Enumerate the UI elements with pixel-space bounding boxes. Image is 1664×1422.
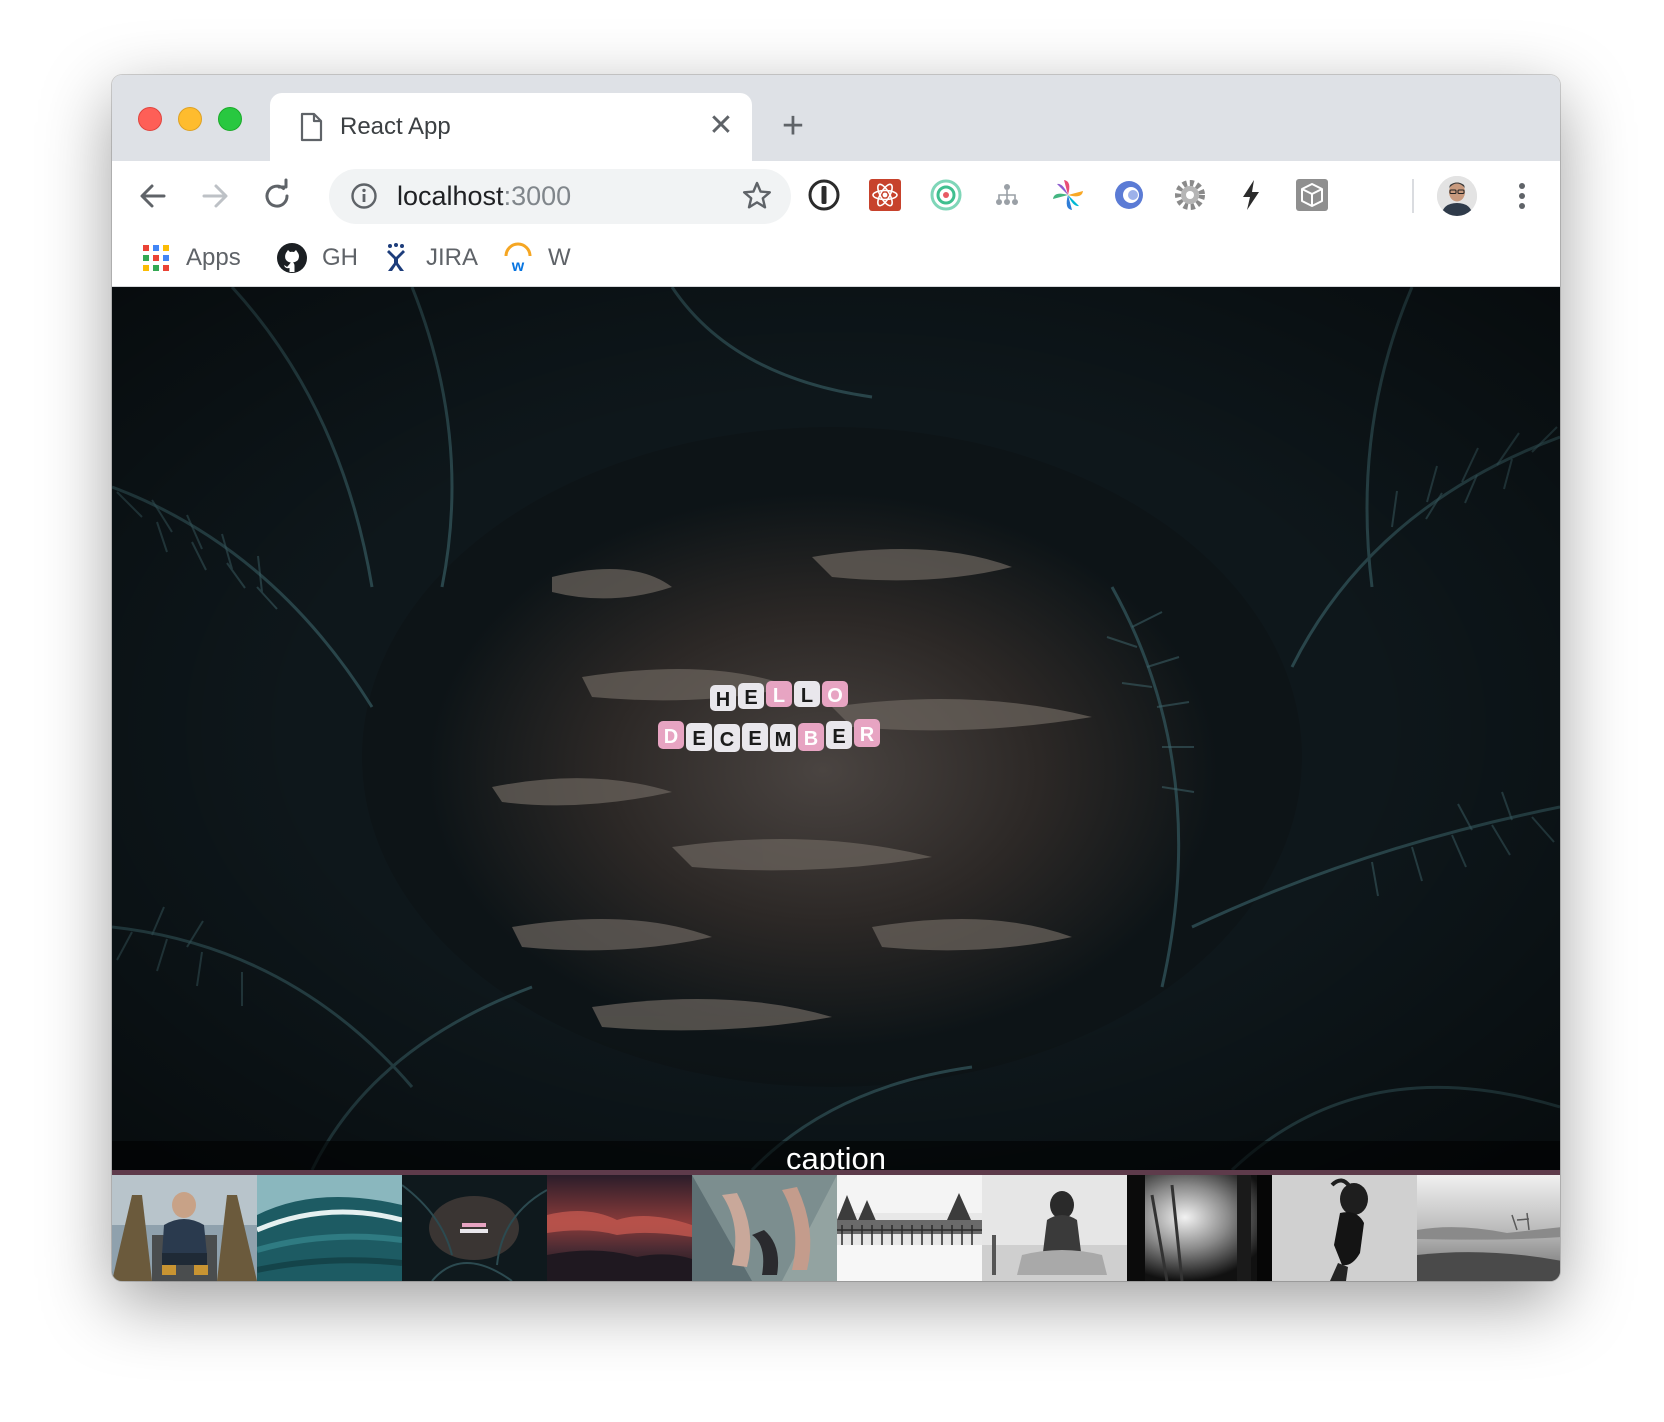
window-maximize-button[interactable] — [218, 107, 242, 131]
toolbar-divider — [1412, 179, 1414, 213]
gear-icon[interactable] — [1172, 177, 1208, 213]
svg-text:E: E — [832, 726, 845, 748]
site-info-icon[interactable] — [350, 182, 378, 210]
window-minimize-button[interactable] — [178, 107, 202, 131]
workday-icon: w — [504, 242, 532, 274]
url-host: localhost — [397, 181, 504, 211]
github-icon — [277, 243, 307, 273]
thumbnail-10[interactable] — [1417, 1175, 1560, 1281]
svg-text:D: D — [664, 726, 678, 748]
tab-title: React App — [340, 113, 451, 140]
apps-grid-icon — [143, 245, 169, 271]
radar-icon[interactable] — [928, 177, 964, 213]
bookmark-label: W — [548, 244, 571, 271]
thumbnail-7[interactable] — [982, 1175, 1127, 1281]
bookmark-jira[interactable]: JIRA — [380, 241, 478, 275]
svg-text:E: E — [748, 728, 761, 750]
thumbnail-5[interactable] — [692, 1175, 837, 1281]
thumbnail-9[interactable] — [1272, 1175, 1417, 1281]
more-menu-icon[interactable] — [1510, 178, 1534, 214]
svg-text:O: O — [827, 685, 843, 707]
forward-arrow-icon[interactable] — [196, 177, 234, 215]
svg-text:M: M — [775, 729, 792, 751]
1password-icon[interactable] — [806, 177, 842, 213]
tab-close-icon[interactable]: ✕ — [706, 111, 736, 141]
url-port: :3000 — [503, 181, 572, 211]
svg-text:B: B — [804, 728, 818, 750]
svg-text:E: E — [744, 687, 757, 709]
browser-window: React App ✕ + localhost:3000 Apps GH JIR… — [112, 75, 1560, 1281]
thumbnail-8[interactable] — [1127, 1175, 1272, 1281]
bookmark-label: JIRA — [426, 244, 479, 271]
bookmarks-bar: Apps GH JIRA w W — [112, 231, 1560, 287]
bookmark-apps[interactable]: Apps — [140, 241, 241, 275]
svg-text:E: E — [692, 728, 705, 750]
circle-logo-icon[interactable] — [1111, 177, 1147, 213]
thumbnail-1[interactable] — [112, 1175, 257, 1281]
reload-icon[interactable] — [258, 177, 296, 215]
bolt-icon[interactable] — [1233, 177, 1269, 213]
svg-text:C: C — [720, 729, 734, 751]
back-arrow-icon[interactable] — [134, 177, 172, 215]
cube-icon[interactable] — [1294, 177, 1330, 213]
svg-text:R: R — [860, 724, 875, 746]
bookmark-w[interactable]: w W — [502, 241, 571, 275]
jira-icon — [387, 243, 405, 271]
tab-strip: React App ✕ + — [112, 75, 1560, 161]
svg-text:L: L — [801, 685, 813, 707]
pinwheel-icon[interactable] — [1050, 177, 1086, 213]
thumbnail-6[interactable] — [837, 1175, 982, 1281]
bookmark-label: GH — [322, 244, 358, 271]
bookmark-star-icon[interactable] — [741, 180, 773, 212]
react-devtools-icon[interactable] — [867, 177, 903, 213]
bookmark-label: Apps — [186, 244, 241, 271]
tab-react-app[interactable]: React App ✕ — [270, 93, 752, 161]
sitemap-icon[interactable] — [989, 177, 1025, 213]
thumbnail-2[interactable] — [257, 1175, 402, 1281]
bookmark-gh[interactable]: GH — [276, 241, 358, 275]
thumbnail-3[interactable] — [402, 1175, 547, 1281]
new-tab-button[interactable]: + — [776, 107, 810, 145]
address-url[interactable]: localhost:3000 — [397, 181, 571, 211]
gallery-main-image[interactable]: H E L L O D E C E M B E R — [112, 287, 1560, 1170]
svg-text:L: L — [773, 685, 785, 707]
svg-text:H: H — [716, 689, 730, 711]
thumbnail-4[interactable] — [547, 1175, 692, 1281]
page-viewport: H E L L O D E C E M B E R caption — [112, 287, 1560, 1281]
address-bar[interactable]: localhost:3000 — [329, 169, 791, 224]
browser-toolbar: localhost:3000 — [112, 161, 1560, 231]
document-icon — [300, 112, 323, 142]
svg-text:w: w — [511, 258, 525, 274]
window-close-button[interactable] — [138, 107, 162, 131]
profile-avatar[interactable] — [1437, 176, 1477, 216]
thumbnail-strip — [112, 1175, 1560, 1281]
avatar-photo — [1437, 176, 1477, 216]
